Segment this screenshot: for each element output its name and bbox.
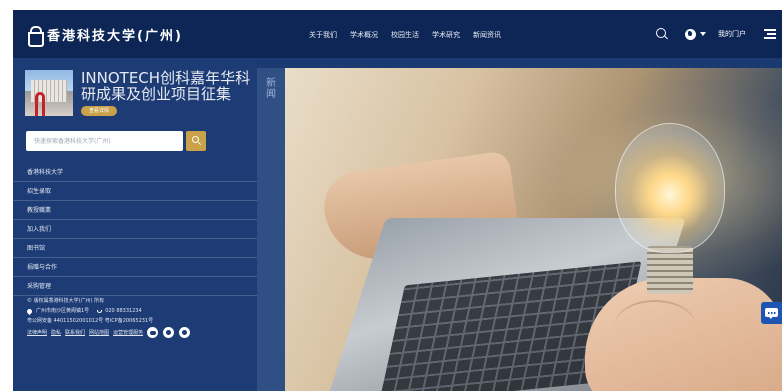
page: 香港科技大学(广州) 关于我们 学术概况 校园生活 学术研究 新闻资讯 我的门户 [13, 10, 782, 391]
sidebar-item-join-us[interactable]: 加入我们 [13, 220, 257, 239]
footer-link-contact[interactable]: 联系我们 [65, 328, 85, 338]
icp-record: 粤公网安备 44011502001012号 粤ICP备20065231号 [27, 318, 154, 324]
university-logo[interactable]: 香港科技大学(广州) [27, 25, 183, 47]
address: 广州市南沙区黄阁镇1号 [36, 308, 90, 314]
site-search [26, 131, 206, 151]
sidebar-menu: 香港科技大学 招生录取 教授職業 加入我们 图书馆 捐赠与合作 采购管理 [13, 163, 257, 296]
footer-link-legal[interactable]: 法律声明 [27, 328, 47, 338]
news-tab[interactable]: 新闻 [257, 68, 285, 391]
logo-text: 香港科技大学(广州) [47, 29, 183, 44]
hero-image [285, 68, 782, 391]
nav-item-campus-life[interactable]: 校园生活 [391, 30, 419, 40]
banner-title: INNOTECH创科嘉年华科研成果及创业项目征集 [81, 69, 251, 103]
nav-item-research[interactable]: 学术研究 [432, 30, 460, 40]
weibo-icon[interactable] [163, 327, 175, 338]
wechat-icon[interactable] [147, 327, 159, 338]
footer-link-sitemap[interactable]: 网站地图 [89, 328, 109, 338]
phone-icon [97, 309, 103, 313]
promo-banner[interactable]: INNOTECH创科嘉年华科研成果及创业项目征集 查看详情 [25, 70, 250, 124]
menu-icon[interactable] [764, 29, 776, 39]
chat-button[interactable] [761, 302, 782, 324]
footer-link-operations[interactable]: 运营管理服务 [113, 328, 143, 338]
globe-icon [685, 28, 696, 40]
phone-number: 020 88331234 [105, 308, 142, 314]
search-input[interactable] [26, 131, 183, 151]
search-button[interactable] [186, 131, 206, 151]
sidebar-item-hkust[interactable]: 香港科技大学 [13, 163, 257, 182]
news-label: 新闻 [266, 78, 276, 100]
sidebar-item-library[interactable]: 图书馆 [13, 239, 257, 258]
nav-item-academics[interactable]: 学术概况 [350, 30, 378, 40]
banner-details-button[interactable]: 查看详情 [81, 106, 117, 116]
nav-item-about[interactable]: 关于我们 [309, 30, 337, 40]
nav-item-news[interactable]: 新闻资讯 [473, 30, 501, 40]
language-switcher[interactable] [685, 28, 706, 40]
contact-line: 广州市南沙区黄阁镇1号 020 88331234 [25, 306, 195, 316]
caret-down-icon [700, 32, 706, 36]
sidebar-item-procurement[interactable]: 采购管理 [13, 277, 257, 296]
header-actions: 我的门户 [656, 24, 776, 44]
left-panel: INNOTECH创科嘉年华科研成果及创业项目征集 查看详情 香港科技大学 招生录… [13, 58, 257, 391]
sidebar-item-donations[interactable]: 捐赠与合作 [13, 258, 257, 277]
main-nav: 关于我们 学术概况 校园生活 学术研究 新闻资讯 [309, 30, 514, 40]
copyright: © 版权属香港科技大学(广州) 所有 [27, 298, 105, 304]
sidebar-item-careers[interactable]: 教授職業 [13, 201, 257, 220]
top-navigation-bar: 香港科技大学(广州) 关于我们 学术概况 校园生活 学术研究 新闻资讯 我的门户 [13, 10, 782, 58]
sidebar-item-admissions[interactable]: 招生录取 [13, 182, 257, 201]
site-footer: © 版权属香港科技大学(广州) 所有 广州市南沙区黄阁镇1号 020 88331… [25, 296, 195, 338]
location-pin-icon [25, 307, 34, 315]
search-icon[interactable] [656, 28, 668, 40]
logo-icon [27, 25, 44, 47]
my-portal-link[interactable]: 我的门户 [718, 29, 746, 39]
footer-link-privacy[interactable]: 隐私 [51, 328, 61, 338]
video-icon[interactable] [179, 327, 191, 338]
banner-thumbnail [25, 70, 73, 116]
footer-links: 法律声明 隐私 联系我们 网站地图 运营管理服务 [27, 327, 195, 338]
